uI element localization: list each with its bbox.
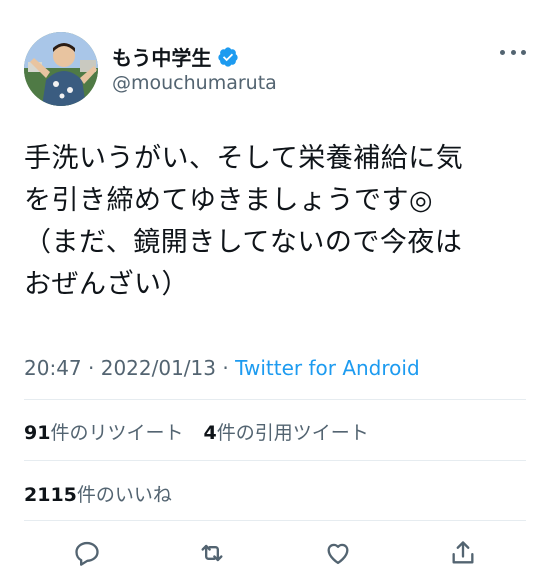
divider: [24, 520, 526, 521]
action-bar: [24, 536, 526, 570]
like-icon: [327, 543, 349, 565]
quotes-label: 件の引用ツイート: [216, 422, 369, 444]
tweet-text: 手洗いうがい、そして栄養補給に気 を引き締めてゆきましょうです◎ （まだ、鏡開き…: [24, 143, 464, 300]
verified-badge-icon: [218, 46, 239, 67]
meta-separator: ·: [88, 356, 95, 380]
share-icon: [452, 541, 474, 564]
name-row: もう中学生: [112, 42, 239, 71]
tweet-source[interactable]: Twitter for Android: [235, 356, 420, 380]
avatar-photo: [24, 32, 98, 106]
divider: [24, 399, 526, 400]
display-name[interactable]: もう中学生: [112, 42, 211, 71]
quotes-count: 4: [203, 422, 217, 444]
likes-count: 2115: [24, 484, 77, 506]
tweet-meta: 20:47 · 2022/01/13 · Twitter for Android: [24, 356, 420, 380]
more-dot: [500, 49, 505, 55]
like-button[interactable]: [321, 536, 355, 570]
tweet-time[interactable]: 20:47: [24, 356, 82, 380]
divider: [24, 460, 526, 461]
tweet-date[interactable]: 2022/01/13: [101, 356, 216, 380]
more-dot: [510, 49, 516, 55]
retweets-label: 件のリツイート: [50, 422, 184, 444]
reply-icon: [75, 541, 99, 566]
meta-separator: ·: [222, 356, 229, 380]
more-options-icon[interactable]: [500, 42, 526, 62]
retweet-button[interactable]: [195, 536, 229, 570]
more-dot: [521, 49, 526, 55]
retweet-icon: [201, 544, 223, 562]
retweets-stat[interactable]: 91件のリツイート: [24, 418, 183, 445]
user-avatar[interactable]: [24, 32, 98, 106]
reply-button[interactable]: [70, 536, 104, 570]
engagement-stats: 91件のリツイート 4件の引用ツイート: [24, 418, 369, 445]
user-handle[interactable]: @mouchumaruta: [112, 72, 277, 94]
tweet-card: もう中学生 @mouchumaruta 手洗いうがい、そして栄養補給に気 を引き…: [0, 0, 550, 582]
share-button[interactable]: [446, 536, 480, 570]
quotes-stat[interactable]: 4件の引用ツイート: [203, 418, 368, 445]
retweets-count: 91: [24, 422, 51, 444]
likes-stat[interactable]: 2115件のいいね: [24, 480, 172, 507]
likes-label: 件のいいね: [76, 484, 172, 506]
